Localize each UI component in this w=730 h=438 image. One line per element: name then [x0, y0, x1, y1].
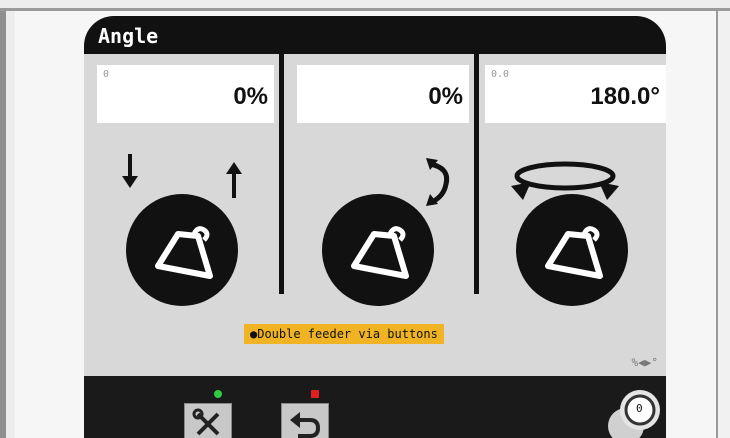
value-box-tilt: 0%: [297, 65, 469, 123]
bucket-icon: [126, 194, 238, 306]
small-value-lift: 0: [103, 69, 110, 80]
knob-icon: [608, 390, 660, 438]
tools-icon: [192, 408, 220, 436]
back-button[interactable]: [281, 403, 329, 438]
tools-button[interactable]: [184, 403, 232, 438]
page-title: Angle: [98, 24, 159, 48]
rotary-knob[interactable]: 0: [600, 386, 666, 438]
display-screen: Angle 0 0% 0% 0.0 180.0° ●Double feeder …: [84, 16, 666, 438]
value-lift: 0%: [233, 83, 268, 110]
info-note: ●Double feeder via buttons: [244, 324, 444, 344]
bottom-bar: [84, 376, 666, 438]
window-top-border: [0, 0, 730, 8]
value-rotate: 180.0°: [590, 83, 660, 110]
tools-led-indicator: [214, 390, 222, 398]
bucket-icon: [322, 194, 434, 306]
value-box-rotate: 0.0 180.0°: [485, 65, 666, 123]
bucket-icon: [516, 194, 628, 306]
knob-label: 0: [636, 402, 643, 415]
window-left-margin: [6, 11, 15, 438]
arrow-down-icon: [122, 154, 138, 188]
value-tilt: 0%: [428, 83, 463, 110]
small-value-rotate: 0.0: [491, 69, 510, 80]
panel-rotate[interactable]: 0.0 180.0°: [479, 54, 666, 306]
window-right-border: [718, 11, 730, 438]
value-box-lift: 0 0%: [97, 65, 274, 123]
unit-toggle[interactable]: %◀▶°: [632, 356, 659, 369]
back-led-indicator: [311, 390, 319, 398]
back-arrow-icon: [290, 412, 321, 438]
panel-lift[interactable]: 0 0%: [84, 54, 279, 306]
content-area: 0 0% 0% 0.0 180.0° ●Double feeder via bu…: [84, 54, 666, 376]
panel-tilt[interactable]: 0%: [284, 54, 474, 306]
